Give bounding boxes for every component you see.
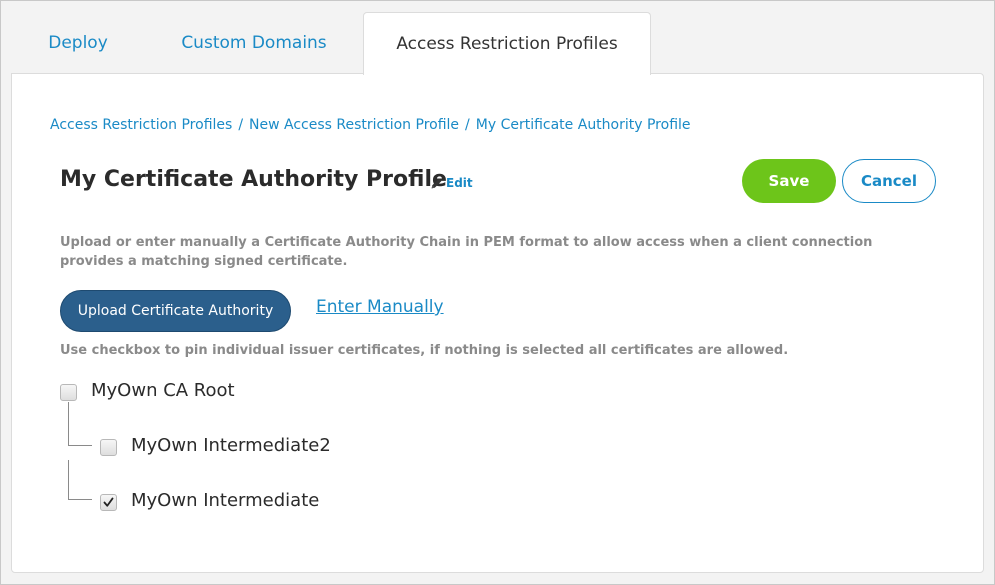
upload-certificate-authority-button[interactable]: Upload Certificate Authority <box>60 290 291 332</box>
checkbox-myown-intermediate[interactable] <box>100 494 117 511</box>
tree-connector <box>68 499 92 500</box>
edit-link[interactable]: Edit <box>430 176 473 190</box>
tree-connector <box>68 402 69 446</box>
cancel-button[interactable]: Cancel <box>842 159 936 203</box>
edit-label: Edit <box>446 176 473 190</box>
breadcrumb: Access Restriction Profiles / New Access… <box>50 117 691 133</box>
page-title: My Certificate Authority Profile <box>60 167 447 192</box>
breadcrumb-separator: / <box>465 117 470 133</box>
tab-custom-domains[interactable]: Custom Domains <box>152 12 356 74</box>
breadcrumb-access-restriction-profiles[interactable]: Access Restriction Profiles <box>50 117 232 133</box>
cert-label-myown-ca-root: MyOwn CA Root <box>91 380 235 401</box>
pencil-icon <box>431 178 442 188</box>
checkbox-myown-intermediate2[interactable] <box>100 439 117 456</box>
breadcrumb-current-profile[interactable]: My Certificate Authority Profile <box>476 117 691 133</box>
breadcrumb-new-access-restriction-profile[interactable]: New Access Restriction Profile <box>249 117 459 133</box>
enter-manually-link[interactable]: Enter Manually <box>316 297 444 317</box>
save-button[interactable]: Save <box>742 159 836 203</box>
tree-connector <box>68 445 92 446</box>
tab-access-restriction-profiles[interactable]: Access Restriction Profiles <box>363 12 651 75</box>
tab-deploy[interactable]: Deploy <box>14 12 142 74</box>
cert-label-myown-intermediate: MyOwn Intermediate <box>131 490 320 511</box>
description-text: Upload or enter manually a Certificate A… <box>60 235 873 269</box>
pin-hint-text: Use checkbox to pin individual issuer ce… <box>60 343 789 358</box>
cert-label-myown-intermediate2: MyOwn Intermediate2 <box>131 435 331 456</box>
checkbox-myown-ca-root[interactable] <box>60 384 77 401</box>
tree-connector <box>68 460 69 500</box>
breadcrumb-separator: / <box>238 117 244 133</box>
checkmark-icon <box>103 497 114 507</box>
